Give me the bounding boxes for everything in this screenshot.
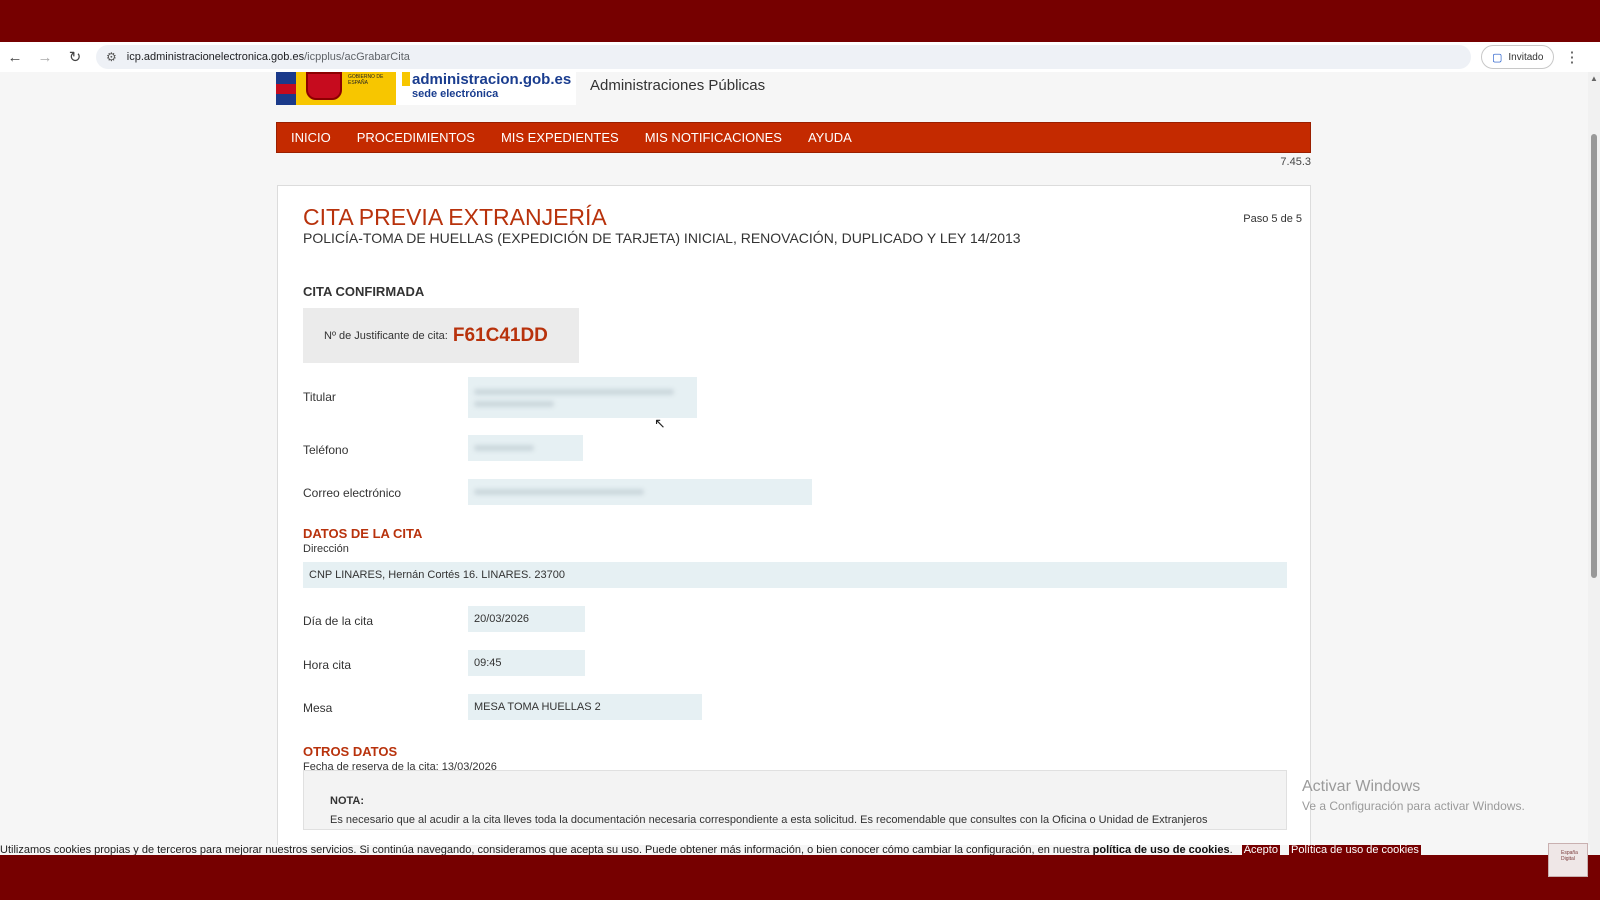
nota-text: Es necesario que al acudir a la cita lle… <box>330 814 1208 826</box>
page-viewport: GOBIERNO DE ESPAÑA administracion.gob.es… <box>0 72 1590 855</box>
blurred-text <box>474 489 644 495</box>
top-window-band <box>0 0 1600 45</box>
hora-field: 09:45 <box>468 650 585 676</box>
cookie-policy-link[interactable]: política de uso de cookies <box>1093 845 1230 855</box>
cookie-banner: Utilizamos cookies propias y de terceros… <box>0 845 1590 855</box>
bottom-window-band <box>0 855 1600 900</box>
administracion-logo[interactable]: administracion.gob.es sede electrónica <box>396 72 576 105</box>
mouse-cursor-icon: ↖ <box>654 415 666 431</box>
nav-item-mis-notificaciones[interactable]: MIS NOTIFICACIONES <box>645 130 782 145</box>
profile-button[interactable]: ▢ Invitado <box>1481 45 1555 69</box>
direccion-field: CNP LINARES, Hernán Cortés 16. LINARES. … <box>303 562 1287 588</box>
cookie-text: Utilizamos cookies propias y de terceros… <box>0 845 1090 855</box>
url-path: /icpplus/acGrabarCita <box>304 51 410 63</box>
cookie-policy-button[interactable]: Política de uso de cookies <box>1289 845 1421 855</box>
correo-field <box>468 479 812 505</box>
mesa-label: Mesa <box>303 701 333 715</box>
espana-digital-logo-icon: España Digital <box>1548 843 1588 877</box>
confirm-heading: CITA CONFIRMADA <box>303 284 425 299</box>
mesa-field: MESA TOMA HUELLAS 2 <box>468 694 702 720</box>
scroll-thumb[interactable] <box>1591 134 1597 578</box>
site-header: GOBIERNO DE ESPAÑA administracion.gob.es… <box>276 72 1311 105</box>
otros-datos-heading: OTROS DATOS <box>303 744 398 759</box>
dia-label: Día de la cita <box>303 614 374 628</box>
scroll-up-icon[interactable]: ▲ <box>1590 74 1598 83</box>
nota-title: NOTA: <box>330 795 365 807</box>
blurred-text <box>474 388 674 395</box>
browser-toolbar: ← → ↻ ⚙ icp.administracionelectronica.go… <box>0 42 1600 72</box>
justificante-box: Nº de Justificante de cita: F61C41DD <box>303 308 579 363</box>
page-title: CITA PREVIA EXTRANJERÍA <box>303 204 607 230</box>
forward-icon[interactable]: → <box>30 42 60 72</box>
menu-dots-icon[interactable]: ⋮ <box>1564 48 1579 66</box>
flag-icon <box>276 72 296 105</box>
blurred-text <box>474 400 554 407</box>
dia-field: 20/03/2026 <box>468 606 585 632</box>
correo-label: Correo electrónico <box>303 486 402 500</box>
direccion-label: Dirección <box>303 543 349 555</box>
datos-cita-heading: DATOS DE LA CITA <box>303 526 423 541</box>
step-indicator: Paso 5 de 5 <box>1243 213 1302 225</box>
appointment-card: CITA PREVIA EXTRANJERÍA POLICÍA-TOMA DE … <box>277 185 1311 855</box>
nav-item-procedimientos[interactable]: PROCEDIMIENTOS <box>357 130 475 145</box>
gobierno-logo[interactable]: GOBIERNO DE ESPAÑA <box>276 72 396 105</box>
page-scrollbar[interactable]: ▲ <box>1588 72 1600 855</box>
telefono-field <box>468 435 583 461</box>
admin-logo-line1: administracion.gob.es <box>412 72 572 88</box>
version-label: 7.45.3 <box>1280 156 1311 168</box>
main-nav: INICIO PROCEDIMIENTOS MIS EXPEDIENTES MI… <box>276 122 1311 153</box>
watermark-line2: Ve a Configuración para activar Windows. <box>1302 799 1525 813</box>
url-host: icp.administracionelectronica.gob.es <box>126 51 305 63</box>
justificante-label: Nº de Justificante de cita: <box>324 329 448 342</box>
nav-item-mis-expedientes[interactable]: MIS EXPEDIENTES <box>501 130 619 145</box>
admin-logo-mark-icon <box>402 72 410 86</box>
cookie-accept-button[interactable]: Acepto <box>1241 845 1280 855</box>
header-title: Administraciones Públicas <box>590 77 766 94</box>
nav-item-ayuda[interactable]: AYUDA <box>808 130 852 145</box>
titular-label: Titular <box>303 390 336 404</box>
watermark-line1: Activar Windows <box>1302 778 1421 795</box>
profile-label: Invitado <box>1508 51 1544 63</box>
admin-logo-line2: sede electrónica <box>412 88 499 100</box>
nota-box: NOTA: Es necesario que al acudir a la ci… <box>303 770 1287 830</box>
windows-activation-watermark: Activar Windows Ve a Configuración para … <box>1302 778 1525 813</box>
site-settings-icon[interactable]: ⚙ <box>106 50 117 64</box>
nav-item-inicio[interactable]: INICIO <box>291 130 331 145</box>
justificante-code: F61C41DD <box>452 324 548 346</box>
coat-of-arms-icon <box>306 72 342 100</box>
reload-icon[interactable]: ↻ <box>60 42 90 72</box>
hora-label: Hora cita <box>303 658 352 672</box>
back-icon[interactable]: ← <box>0 42 30 72</box>
profile-icon: ▢ <box>1492 51 1503 64</box>
page-subtitle: POLICÍA-TOMA DE HUELLAS (EXPEDICIÓN DE T… <box>303 230 1021 246</box>
telefono-label: Teléfono <box>303 443 349 457</box>
blurred-text <box>474 445 534 451</box>
gobierno-logo-text: GOBIERNO DE ESPAÑA <box>348 74 384 86</box>
titular-field <box>468 377 697 418</box>
address-bar[interactable]: ⚙ icp.administracionelectronica.gob.es/i… <box>96 45 1471 69</box>
